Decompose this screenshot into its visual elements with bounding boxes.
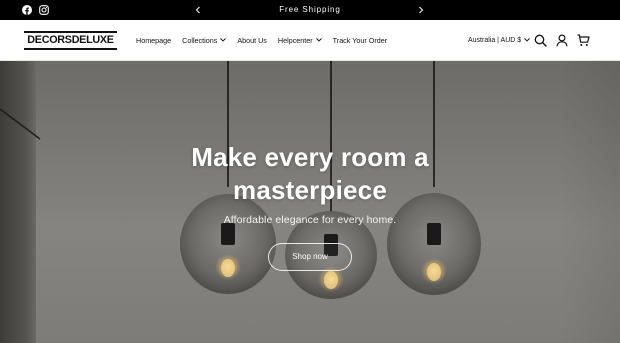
shop-now-button[interactable]: Shop now <box>268 243 352 271</box>
nav-item-label: Helpcenter <box>277 35 313 45</box>
chevron-down-icon <box>524 38 531 42</box>
locale-selector[interactable]: Australia | AUD $ <box>468 34 531 46</box>
announcement-bar: Free Shipping <box>0 0 620 20</box>
nav-item-label: Track Your Order <box>332 35 388 45</box>
chevron-down-icon <box>315 38 322 42</box>
logo[interactable]: DECORSDELUXE <box>24 31 117 50</box>
chevron-right-icon[interactable] <box>414 3 428 17</box>
main-nav: Homepage Collections About Us Helpcenter… <box>136 20 398 60</box>
nav-item-about-us[interactable]: About Us <box>237 36 267 45</box>
hero-title: Make every room a masterpiece <box>150 141 470 207</box>
account-icon[interactable] <box>555 33 569 47</box>
nav-item-homepage[interactable]: Homepage <box>136 36 171 45</box>
facebook-icon[interactable] <box>21 4 33 16</box>
locale-label: Australia | AUD $ <box>468 36 522 44</box>
hero-title-line: masterpiece <box>233 175 387 205</box>
chevron-down-icon <box>220 38 227 42</box>
hero-title-line: Make every room a <box>191 142 429 172</box>
hero-subtitle: Affordable elegance for every home. <box>223 214 397 226</box>
cart-icon[interactable] <box>576 33 590 47</box>
search-icon[interactable] <box>533 33 547 47</box>
site-header: DECORSDELUXE Homepage Collections About … <box>0 20 620 61</box>
chevron-left-icon[interactable] <box>191 3 205 17</box>
nav-item-collections[interactable]: Collections <box>182 35 227 45</box>
hero-banner: Make every room a masterpiece Affordable… <box>0 61 620 343</box>
nav-item-helpcenter[interactable]: Helpcenter <box>278 36 322 45</box>
instagram-icon[interactable] <box>38 4 50 16</box>
nav-item-label: About Us <box>237 35 267 45</box>
announcement-text: Free Shipping <box>279 5 341 14</box>
nav-item-track-order[interactable]: Track Your Order <box>333 36 387 45</box>
nav-item-label: Collections <box>182 35 218 45</box>
nav-item-label: Homepage <box>136 35 172 45</box>
